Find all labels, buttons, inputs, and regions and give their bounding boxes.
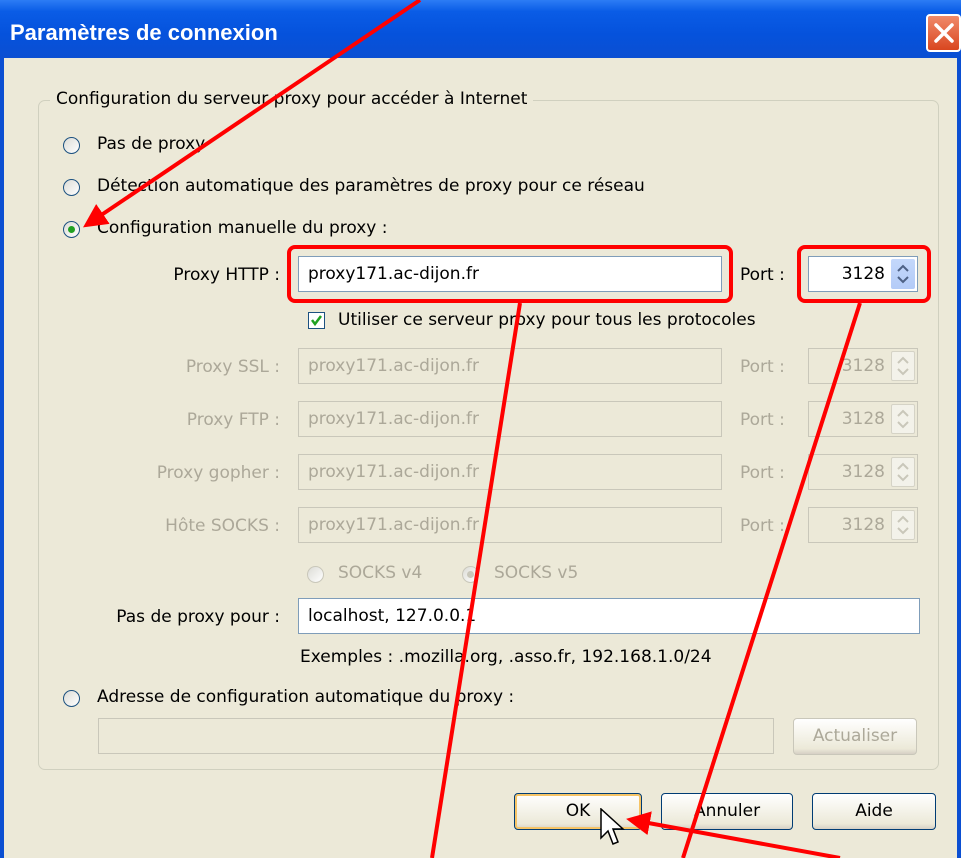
line-from-proxy-box <box>430 302 522 858</box>
annotation-arrows <box>83 0 862 858</box>
mouse-pointer-icon <box>600 808 625 845</box>
arrow-to-manual-radio <box>83 0 422 228</box>
arrow-to-ok-button <box>626 811 841 858</box>
line-from-port-box <box>681 302 862 858</box>
